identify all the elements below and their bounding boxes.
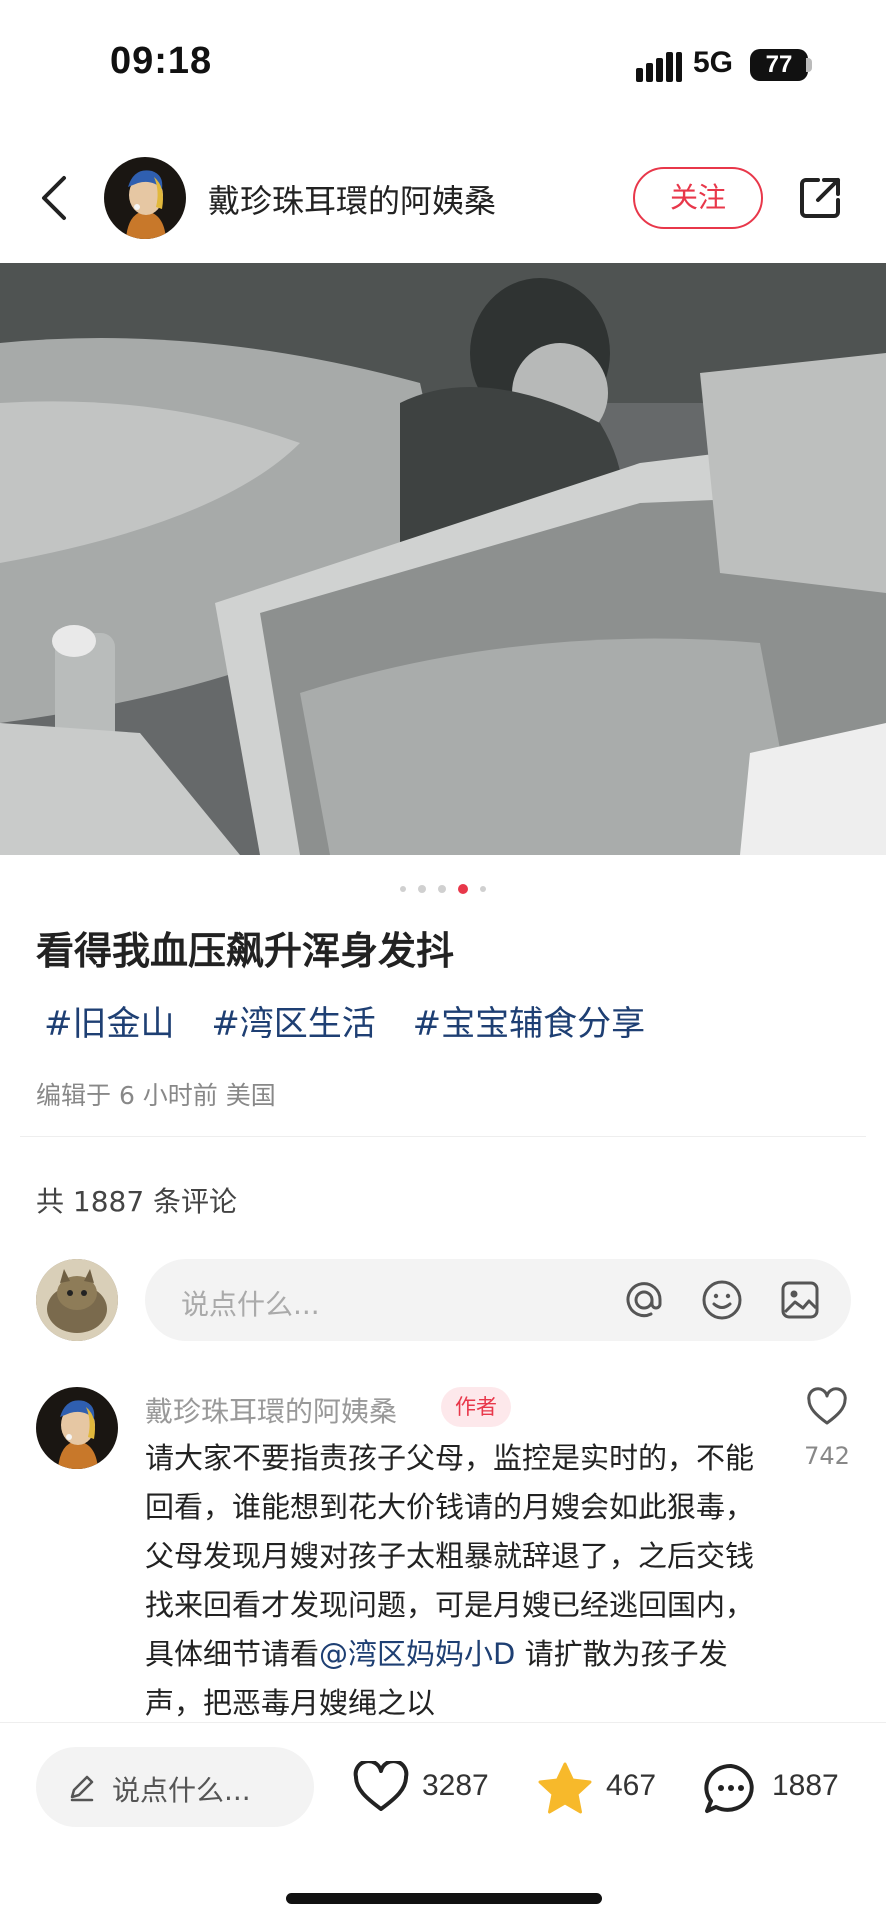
comment-count: 共 1887 条评论 [36,1185,238,1218]
post-title: 看得我血压飙升浑身发抖 [36,929,455,973]
comment-count-bottom: 1887 [772,1769,839,1802]
comment-like-count: 742 [804,1442,850,1470]
carousel-dot [480,885,486,892]
post-meta: 编辑于 6 小时前 美国 [36,1081,276,1110]
comment-text: 请大家不要指责孩子父母，监控是实时的，不能回看，谁能想到花大价钱请的月嫂会如此狠… [145,1434,755,1720]
pearl-earring-portrait-icon [36,1387,118,1469]
pen-icon [70,1775,94,1802]
author-badge: 作者 [441,1387,511,1427]
author-name[interactable]: 戴珍珠耳環的阿姨桑 [208,176,496,222]
battery-icon: 77 [750,49,808,81]
network-type: 5G [693,46,734,79]
like-count: 3287 [422,1769,489,1802]
bottom-comment-input[interactable]: 说点什么... [36,1747,314,1827]
current-user-avatar[interactable] [36,1259,118,1341]
surveillance-photo [0,263,886,855]
carousel-dot-active [458,883,468,894]
divider [20,1136,866,1137]
author-avatar[interactable] [104,157,186,239]
pearl-earring-portrait-icon [104,157,186,239]
comment-bubble-icon [704,1763,754,1813]
carousel-dot [438,884,446,893]
status-time: 09:18 [110,40,213,82]
post-image[interactable] [0,263,886,855]
star-icon [538,1762,592,1814]
follow-button[interactable]: 关注 [633,167,763,229]
favorite-count: 467 [606,1769,657,1802]
comment-input[interactable]: 说点什么... [145,1259,851,1341]
carousel-dot [418,884,426,893]
carousel-dot [400,885,406,892]
emoji-icon[interactable] [701,1279,743,1321]
bottom-action-bar: 说点什么... 3287 467 1887 [0,1722,886,1920]
image-picker-icon[interactable] [779,1279,821,1321]
signal-icon [636,52,682,82]
carousel-indicator [0,878,886,894]
post-tags: #旧金山 #湾区生活 #宝宝辅食分享 [44,996,671,1045]
home-indicator[interactable] [286,1893,602,1904]
at-mention-icon[interactable] [623,1279,665,1321]
battery-cap [806,58,812,72]
tag-link[interactable]: #旧金山 [44,1004,175,1044]
favorite-button[interactable]: 467 [536,1747,666,1827]
comment-button[interactable]: 1887 [702,1747,852,1827]
comment-author-avatar[interactable] [36,1387,118,1469]
post-header: 戴珍珠耳環的阿姨桑 关注 [0,150,886,246]
bottom-input-placeholder: 说点什么... [112,1774,251,1807]
mention-link[interactable]: @湾区妈妈小D [319,1637,515,1671]
status-bar: 09:18 5G 77 [0,0,886,130]
comment-author-name[interactable]: 戴珍珠耳環的阿姨桑 [145,1390,397,1430]
heart-icon [353,1761,409,1811]
comment-like-heart-icon[interactable] [806,1387,848,1427]
tag-link[interactable]: #宝宝辅食分享 [413,1004,646,1044]
like-button[interactable]: 3287 [352,1747,502,1827]
tag-link[interactable]: #湾区生活 [211,1004,376,1044]
back-arrow-icon[interactable] [36,172,76,224]
share-icon[interactable] [796,174,844,222]
comment-input-placeholder: 说点什么... [181,1288,320,1321]
cat-avatar-icon [36,1259,118,1341]
